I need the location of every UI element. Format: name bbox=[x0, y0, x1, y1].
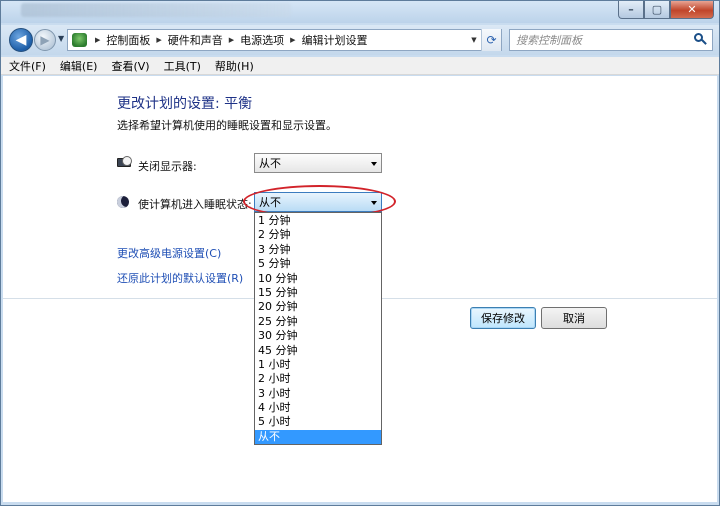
sleep-moon-icon bbox=[117, 196, 129, 208]
navigation-bar: ◀ ▶ ▼ ▶ 控制面板 ▶ 硬件和声音 ▶ 电源选项 ▶ 编辑计划设置 ▼ ⟳… bbox=[1, 25, 719, 55]
breadcrumb-arrow-icon: ▶ bbox=[95, 36, 101, 44]
chevron-down-icon bbox=[371, 162, 377, 166]
display-off-value: 从不 bbox=[259, 157, 281, 170]
search-input[interactable]: 搜索控制面板 bbox=[509, 29, 713, 51]
forward-button[interactable]: ▶ bbox=[34, 29, 56, 51]
dropdown-option[interactable]: 15 分钟 bbox=[255, 286, 381, 300]
dropdown-option[interactable]: 2 分钟 bbox=[255, 228, 381, 242]
restore-defaults-link[interactable]: 还原此计划的默认设置(R) bbox=[117, 270, 243, 286]
dropdown-option[interactable]: 45 分钟 bbox=[255, 344, 381, 358]
display-off-label: 关闭显示器: bbox=[138, 160, 197, 173]
title-bar: – ▢ ✕ bbox=[1, 1, 719, 23]
explorer-window: – ▢ ✕ ◀ ▶ ▼ ▶ 控制面板 ▶ 硬件和声音 ▶ 电源选项 ▶ 编辑计划… bbox=[0, 0, 720, 506]
dropdown-option[interactable]: 3 分钟 bbox=[255, 243, 381, 257]
advanced-power-settings-link[interactable]: 更改高级电源设置(C) bbox=[117, 245, 221, 261]
dropdown-option[interactable]: 10 分钟 bbox=[255, 272, 381, 286]
menu-view[interactable]: 查看(V) bbox=[111, 58, 149, 74]
menu-tools[interactable]: 工具(T) bbox=[164, 58, 201, 74]
window-border bbox=[1, 502, 719, 505]
search-handle bbox=[701, 39, 707, 45]
window-controls: – ▢ ✕ bbox=[618, 1, 714, 19]
menu-edit[interactable]: 编辑(E) bbox=[60, 58, 98, 74]
dropdown-option[interactable]: 30 分钟 bbox=[255, 329, 381, 343]
refresh-button[interactable]: ⟳ bbox=[481, 29, 501, 51]
dropdown-option[interactable]: 4 小时 bbox=[255, 401, 381, 415]
breadcrumb-label: 电源选项 bbox=[240, 34, 285, 47]
search-placeholder: 搜索控制面板 bbox=[516, 34, 582, 47]
back-arrow-icon: ◀ bbox=[15, 32, 27, 48]
control-panel-icon bbox=[72, 33, 87, 47]
refresh-icon: ⟳ bbox=[486, 33, 497, 47]
breadcrumb-arrow-icon[interactable]: ▶ bbox=[229, 36, 234, 44]
display-timer-icon bbox=[117, 156, 132, 170]
dropdown-option[interactable]: 20 分钟 bbox=[255, 300, 381, 314]
breadcrumb-arrow-icon[interactable]: ▶ bbox=[290, 36, 295, 44]
display-off-select[interactable]: 从不 bbox=[254, 153, 382, 173]
dropdown-option[interactable]: 5 分钟 bbox=[255, 257, 381, 271]
dropdown-option[interactable]: 3 小时 bbox=[255, 387, 381, 401]
breadcrumb-control-panel[interactable]: 控制面板 bbox=[106, 32, 150, 48]
breadcrumb-power-options[interactable]: 电源选项 bbox=[240, 32, 284, 48]
search-icon[interactable] bbox=[692, 32, 708, 48]
save-button[interactable]: 保存修改 bbox=[470, 307, 536, 329]
address-bar[interactable]: ▶ 控制面板 ▶ 硬件和声音 ▶ 电源选项 ▶ 编辑计划设置 ▼ ⟳ bbox=[67, 29, 502, 51]
breadcrumb-label: 硬件和声音 bbox=[167, 34, 223, 47]
menu-file[interactable]: 文件(F) bbox=[9, 58, 46, 74]
breadcrumb-arrow-icon[interactable]: ▶ bbox=[156, 36, 161, 44]
breadcrumb-label: 控制面板 bbox=[106, 34, 151, 47]
maximize-button[interactable]: ▢ bbox=[644, 1, 670, 19]
page-description: 选择希望计算机使用的睡眠设置和显示设置。 bbox=[117, 119, 337, 132]
address-dropdown-button[interactable]: ▼ bbox=[467, 30, 481, 50]
breadcrumb-hardware-sound[interactable]: 硬件和声音 bbox=[168, 32, 223, 48]
dropdown-option[interactable]: 1 分钟 bbox=[255, 214, 381, 228]
dropdown-option[interactable]: 25 分钟 bbox=[255, 315, 381, 329]
menu-help[interactable]: 帮助(H) bbox=[215, 58, 254, 74]
recent-pages-button[interactable]: ▼ bbox=[58, 34, 64, 43]
dropdown-option[interactable]: 5 小时 bbox=[255, 415, 381, 429]
dropdown-option[interactable]: 1 小时 bbox=[255, 358, 381, 372]
menu-bar: 文件(F) 编辑(E) 查看(V) 工具(T) 帮助(H) bbox=[1, 57, 719, 75]
sleep-label: 使计算机进入睡眠状态: bbox=[138, 198, 252, 211]
close-button[interactable]: ✕ bbox=[670, 1, 714, 19]
minimize-button[interactable]: – bbox=[618, 1, 644, 19]
breadcrumb-label: 编辑计划设置 bbox=[301, 34, 368, 47]
sleep-dropdown-list: 1 分钟 2 分钟 3 分钟 5 分钟 10 分钟 15 分钟 20 分钟 25 分钟 30 分… bbox=[254, 212, 382, 446]
forward-arrow-icon: ▶ bbox=[40, 33, 50, 47]
content-pane: 更改计划的设置: 平衡 选择希望计算机使用的睡眠设置和显示设置。 关闭显示器: … bbox=[3, 76, 717, 504]
dropdown-option[interactable]: 2 小时 bbox=[255, 372, 381, 386]
breadcrumb-edit-plan[interactable]: 编辑计划设置 bbox=[302, 32, 368, 48]
page-title: 更改计划的设置: 平衡 bbox=[117, 96, 253, 112]
blurred-toolbar bbox=[21, 3, 291, 17]
cancel-button[interactable]: 取消 bbox=[541, 307, 607, 329]
back-button[interactable]: ◀ bbox=[9, 28, 33, 52]
clock-badge bbox=[122, 156, 132, 166]
dropdown-option[interactable]: 从不 bbox=[255, 429, 381, 445]
